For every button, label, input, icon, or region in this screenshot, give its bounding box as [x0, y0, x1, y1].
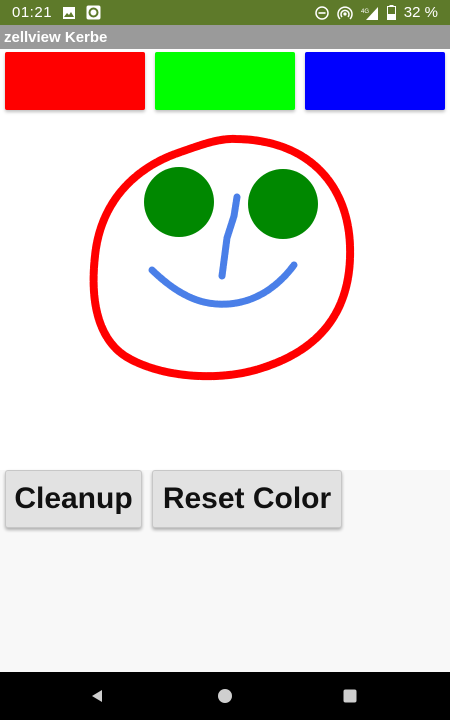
left-eye — [144, 167, 214, 237]
recents-button[interactable] — [320, 672, 380, 720]
reset-color-button-label: Reset Color — [162, 482, 332, 515]
app-title: zellview Kerbe — [4, 28, 108, 46]
circle-app-icon — [86, 5, 101, 20]
cleanup-button-label: Cleanup — [14, 482, 133, 515]
status-time: 01:21 — [12, 4, 53, 21]
drawing-canvas[interactable] — [0, 116, 450, 470]
signal-4g-icon: 4G — [361, 6, 379, 20]
controls-area: Cleanup Reset Color — [0, 470, 450, 672]
svg-text:4G: 4G — [361, 9, 369, 15]
battery-icon — [386, 5, 396, 20]
cleanup-button[interactable]: Cleanup — [5, 470, 142, 528]
home-button[interactable] — [195, 672, 255, 720]
back-icon — [92, 690, 102, 702]
color-palette — [0, 49, 450, 116]
image-icon — [62, 6, 76, 20]
status-bar: 01:21 4G 32 % — [0, 0, 450, 25]
reset-color-button[interactable]: Reset Color — [152, 470, 342, 528]
home-icon — [218, 689, 232, 703]
do-not-disturb-icon — [315, 5, 329, 20]
battery-percent: 32 % — [403, 4, 438, 21]
green-color-button[interactable] — [155, 52, 295, 110]
blue-color-button[interactable] — [305, 52, 445, 110]
recents-icon — [343, 689, 357, 703]
nose-stroke — [218, 193, 241, 280]
system-nav-bar — [0, 672, 450, 720]
hotspot-icon — [337, 5, 353, 20]
right-eye — [248, 169, 318, 239]
app-title-bar: zellview Kerbe — [0, 25, 450, 49]
red-color-button[interactable] — [5, 52, 145, 110]
back-button[interactable] — [67, 672, 127, 720]
